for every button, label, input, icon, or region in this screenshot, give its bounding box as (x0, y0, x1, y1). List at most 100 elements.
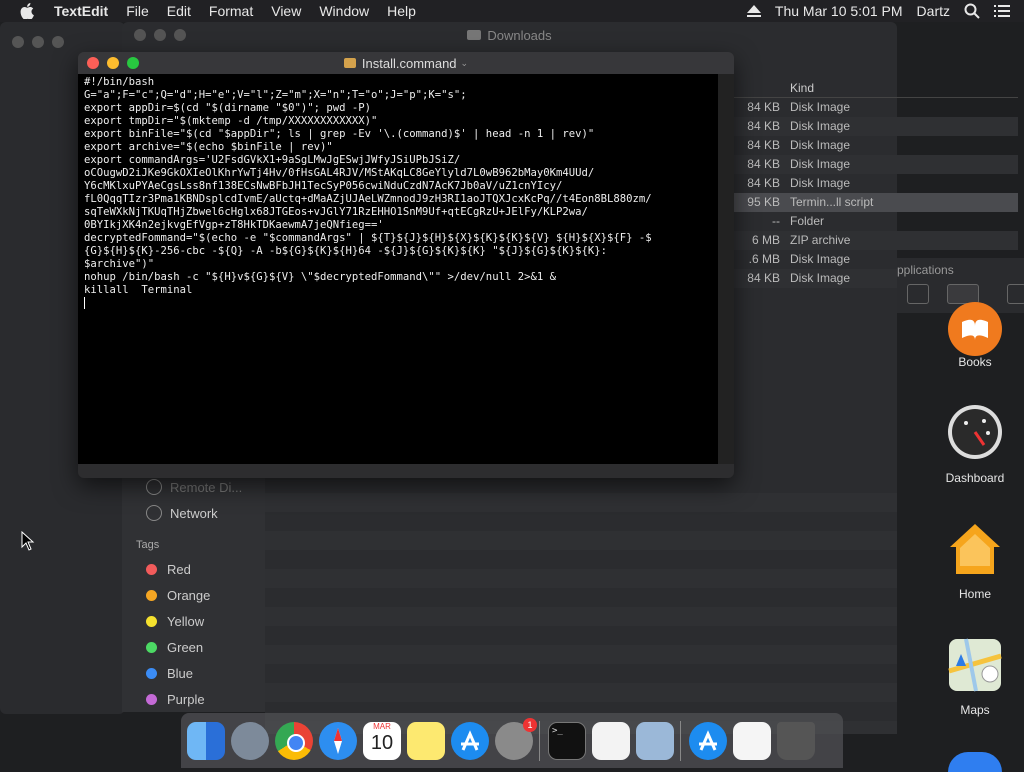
chrome-dock-icon[interactable] (275, 721, 313, 760)
sidebar-tag-orange[interactable]: Orange (122, 582, 265, 608)
sidebar-label: Remote Di... (170, 479, 243, 495)
sidebar-tag-blue[interactable]: Blue (122, 660, 265, 686)
home-label: Home (958, 587, 991, 601)
table-row[interactable]: 84 KB Disk Image (734, 155, 1018, 174)
search-button[interactable] (1007, 284, 1024, 304)
file-kind: Disk Image (790, 138, 851, 152)
finder-file-list: Kind 84 KB Disk Image 84 KB Disk Image 84 KB… (734, 78, 1018, 288)
file-kind: Disk Image (790, 100, 851, 114)
notification-badge: 1 (523, 717, 537, 732)
column-header-kind[interactable]: Kind (734, 78, 1018, 98)
partial-app-icon[interactable] (948, 752, 1002, 772)
file-kind: Folder (790, 214, 825, 228)
notes-dock-icon[interactable] (407, 721, 445, 760)
tag-color-dot-icon (146, 589, 157, 601)
maps-app-icon[interactable] (946, 636, 1004, 694)
window-minimize-button-inactive[interactable] (32, 36, 44, 48)
menu-help[interactable]: Help (387, 3, 416, 19)
document-stack-dock-icon[interactable] (733, 721, 771, 760)
document-icon (343, 58, 356, 68)
menu-window[interactable]: Window (319, 3, 369, 19)
window-zoom-button-inactive[interactable] (52, 36, 64, 48)
menu-edit[interactable]: Edit (167, 3, 191, 19)
file-size: 84 KB (747, 157, 780, 171)
file-kind: Disk Image (790, 176, 851, 190)
finder-sidebar: Remote Di... Network Tags Red Orange Yello… (122, 474, 265, 712)
system-preferences-dock-icon[interactable]: 1 (495, 717, 537, 760)
sidebar-tag-red[interactable]: Red (122, 556, 265, 582)
document-title[interactable]: Install.command (362, 56, 457, 71)
sidebar-tag-purple[interactable]: Purple (122, 686, 265, 712)
menu-format[interactable]: Format (209, 3, 253, 19)
notification-center-icon[interactable] (994, 4, 1010, 18)
file-size: 84 KB (747, 100, 780, 114)
finder-close-button[interactable] (134, 29, 146, 41)
zoom-button[interactable] (127, 57, 139, 69)
disc-icon (146, 479, 162, 495)
preview-dock-icon[interactable] (636, 721, 674, 760)
eject-icon[interactable] (746, 5, 761, 17)
dock-separator (680, 720, 681, 761)
finder-zoom-button[interactable] (174, 29, 186, 41)
file-size: 84 KB (747, 138, 780, 152)
sidebar-item-network[interactable]: Network (122, 500, 265, 526)
textedit-titlebar: Install.command ⌄ (78, 52, 734, 74)
file-kind: ZIP archive (790, 233, 851, 247)
tag-label: Green (167, 639, 204, 655)
sidebar-tag-yellow[interactable]: Yellow (122, 608, 265, 634)
launchpad-dock-icon[interactable] (231, 721, 269, 760)
chevron-down-icon[interactable]: ⌄ (461, 58, 469, 69)
finder-dock-icon[interactable] (187, 721, 225, 760)
table-row[interactable]: -- Folder (734, 212, 1018, 231)
home-app-icon[interactable] (946, 520, 1004, 578)
finder-title: Downloads (122, 22, 897, 48)
menu-app-name[interactable]: TextEdit (54, 3, 108, 19)
books-app-icon[interactable] (946, 300, 1004, 358)
menu-datetime[interactable]: Thu Mar 10 5:01 PM (775, 3, 903, 19)
menu-user[interactable]: Dartz (917, 3, 950, 19)
dock-separator (539, 720, 540, 761)
close-button[interactable] (87, 57, 99, 69)
finder-title-text: Downloads (487, 27, 552, 43)
file-kind: Disk Image (790, 271, 851, 285)
document-text-area[interactable]: #!/bin/bash G="a";F="c";Q="d";H="e";V="l… (78, 74, 718, 464)
calendar-dock-icon[interactable]: MAR 10 (363, 721, 401, 760)
table-row[interactable]: 6 MB ZIP archive (734, 231, 1018, 250)
tag-color-dot-icon (146, 615, 157, 627)
table-row[interactable]: 95 KB Termin...ll script (734, 193, 1018, 212)
vertical-scrollbar[interactable] (718, 74, 734, 464)
tag-color-dot-icon (146, 667, 157, 679)
sidebar-tags-header: Tags (136, 539, 160, 551)
folder-icon (467, 30, 482, 40)
minimize-button[interactable] (107, 57, 119, 69)
dashboard-app-icon[interactable] (946, 403, 1004, 461)
file-kind: Termin...ll script (790, 195, 874, 209)
share-button[interactable] (907, 284, 929, 304)
tag-color-dot-icon (146, 563, 157, 575)
window-close-button-inactive[interactable] (12, 36, 24, 48)
app-store-download-dock-icon[interactable] (689, 721, 727, 760)
spotlight-search-icon[interactable] (964, 3, 980, 19)
dock: MAR 10 1 >_ (181, 713, 843, 768)
network-icon (146, 505, 162, 521)
tag-color-dot-icon (146, 693, 157, 705)
terminal-prompt: >_ (552, 725, 563, 736)
safari-dock-icon[interactable] (319, 721, 357, 760)
table-row[interactable]: 84 KB Disk Image (734, 136, 1018, 155)
text-cursor (84, 297, 85, 309)
terminal-dock-icon[interactable]: >_ (548, 721, 586, 760)
menu-view[interactable]: View (271, 3, 301, 19)
finder-minimize-button[interactable] (154, 29, 166, 41)
menu-file[interactable]: File (126, 3, 149, 19)
table-row[interactable]: 84 KB Disk Image (734, 98, 1018, 117)
apple-menu-icon[interactable] (20, 3, 34, 19)
file-size: .6 MB (748, 252, 780, 266)
trash-icon[interactable] (777, 721, 815, 760)
app-store-dock-icon[interactable] (451, 721, 489, 760)
table-row[interactable]: 84 KB Disk Image (734, 174, 1018, 193)
applications-title: pplications (897, 263, 954, 277)
table-row[interactable]: 84 KB Disk Image (734, 117, 1018, 136)
textedit-dock-icon[interactable] (592, 721, 630, 760)
file-size: 95 KB (747, 195, 780, 209)
sidebar-tag-green[interactable]: Green (122, 634, 265, 660)
